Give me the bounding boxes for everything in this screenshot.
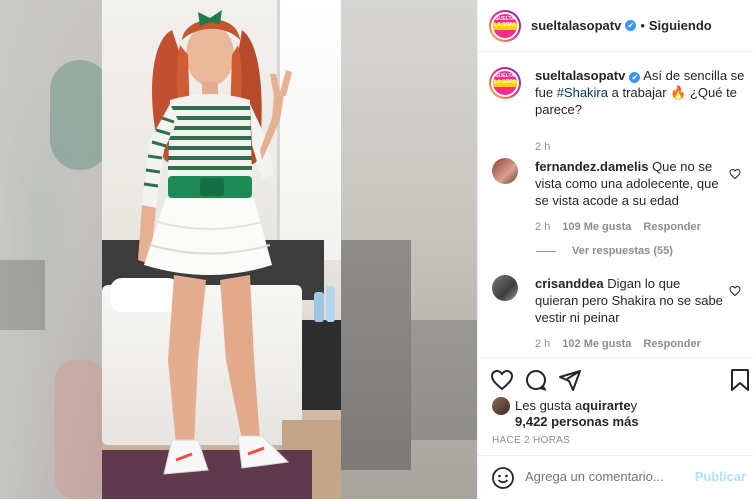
comment-time: 2 h: [535, 221, 551, 233]
likes-prefix: Les gusta a: [515, 398, 583, 413]
reply-button[interactable]: Responder: [643, 221, 700, 233]
caption-username[interactable]: sueltalasopatv: [535, 68, 625, 83]
woman-figure: [138, 10, 292, 475]
comment-text: fernandez.damelis Que no se vista como u…: [535, 159, 719, 208]
commenter-avatar[interactable]: [492, 158, 518, 184]
post-caption: SUELTA LA SOPA sueltalasopatv ✔ Así de se…: [489, 67, 749, 153]
verified-badge-icon: ✔: [625, 20, 637, 31]
publish-button[interactable]: Publicar: [695, 469, 746, 484]
caption-avatar[interactable]: SUELTA LA SOPA: [489, 67, 521, 99]
comment-like-heart-icon[interactable]: [729, 285, 741, 297]
post-sidebar: SUELTA LA SOPA sueltalasopatv ✔ • Siguie…: [477, 0, 753, 499]
add-comment-bar: Publicar: [478, 455, 753, 500]
caption-time: 2 h: [535, 141, 551, 153]
comment-time: 2 h: [535, 338, 551, 350]
blurred-right-panel: [341, 0, 477, 499]
comments-section[interactable]: SUELTA LA SOPA sueltalasopatv ✔ Así de se…: [478, 53, 753, 357]
bookmark-icon[interactable]: [728, 368, 752, 392]
reply-button[interactable]: Responder: [643, 338, 700, 350]
liker-username[interactable]: quirarte: [582, 398, 630, 415]
post-header: SUELTA LA SOPA sueltalasopatv ✔ • Siguie…: [478, 0, 753, 52]
liker-avatar[interactable]: [492, 397, 510, 415]
comment-item: crisanddea Digan lo que quieran pero Sha…: [492, 275, 747, 353]
comment-icon[interactable]: [524, 368, 548, 392]
brand-logo: SUELTA LA SOPA: [493, 71, 517, 95]
comment-item: fernandez.damelis Que no se vista como u…: [492, 158, 747, 236]
blurred-left-panel: [0, 0, 110, 499]
post-media[interactable]: [0, 0, 477, 499]
emoji-icon[interactable]: [491, 466, 515, 490]
comment-likes[interactable]: 109 Me gusta: [562, 221, 631, 233]
verified-badge-icon: ✔: [629, 72, 641, 83]
instagram-post: SUELTA LA SOPA sueltalasopatv ✔ • Siguie…: [0, 0, 753, 499]
post-timestamp[interactable]: HACE 2 HORAS: [492, 435, 570, 446]
likes-summary: Les gusta a quirarte y: [492, 397, 638, 415]
heart-icon[interactable]: [490, 368, 514, 392]
add-comment-input[interactable]: [525, 469, 685, 484]
replies-divider-line: [536, 250, 556, 252]
account-avatar[interactable]: SUELTA LA SOPA: [489, 9, 521, 42]
share-icon[interactable]: [558, 368, 582, 392]
view-replies-button[interactable]: Ver respuestas (55): [536, 245, 673, 257]
commenter-avatar[interactable]: [492, 275, 518, 301]
comment-text: crisanddea Digan lo que quieran pero Sha…: [535, 276, 723, 325]
comment-username[interactable]: fernandez.damelis: [535, 159, 648, 174]
separator-dot: •: [640, 18, 645, 33]
post-photo: [102, 0, 341, 499]
comment-like-heart-icon[interactable]: [729, 168, 741, 180]
post-actions: Les gusta a quirarte y 9,422 personas má…: [478, 357, 753, 499]
brand-logo: SUELTA LA SOPA: [493, 13, 517, 38]
comment-username[interactable]: crisanddea: [535, 276, 604, 291]
caption-text: sueltalasopatv ✔ Así de sencilla se fue #…: [535, 67, 745, 118]
likes-count[interactable]: 9,422 personas más: [515, 414, 639, 429]
account-username[interactable]: sueltalasopatv: [531, 18, 621, 33]
following-button[interactable]: Siguiendo: [649, 18, 712, 33]
caption-hashtag[interactable]: #Shakira: [557, 85, 608, 100]
comment-likes[interactable]: 102 Me gusta: [562, 338, 631, 350]
likes-suffix: y: [630, 398, 638, 413]
